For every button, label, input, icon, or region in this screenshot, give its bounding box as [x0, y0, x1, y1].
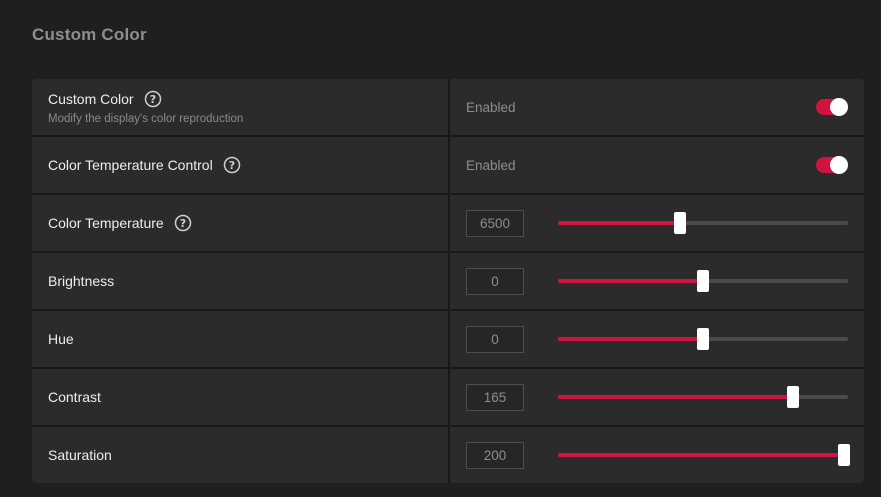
settings-row-color-temperature-control: Color Temperature Control ? Enabled: [32, 137, 864, 193]
slider-thumb[interactable]: [697, 270, 709, 292]
row-control-cell: Enabled: [450, 137, 864, 193]
help-icon[interactable]: ?: [223, 156, 241, 174]
brightness-slider[interactable]: [558, 270, 848, 292]
custom-color-toggle[interactable]: [816, 98, 848, 116]
row-label: Contrast: [48, 389, 101, 405]
row-label-cell: Hue: [32, 311, 448, 367]
settings-row-hue: Hue 0: [32, 311, 864, 367]
settings-row-saturation: Saturation 200: [32, 427, 864, 483]
row-label-cell: Color Temperature Control ?: [32, 137, 448, 193]
slider-fill: [558, 337, 703, 341]
row-label-cell: Color Temperature ?: [32, 195, 448, 251]
slider-thumb[interactable]: [697, 328, 709, 350]
row-description: Modify the display's color reproduction: [48, 112, 244, 125]
section-title: Custom Color: [32, 25, 147, 44]
slider-thumb[interactable]: [838, 444, 850, 466]
settings-row-brightness: Brightness 0: [32, 253, 864, 309]
help-icon[interactable]: ?: [174, 214, 192, 232]
row-label-cell: Brightness: [32, 253, 448, 309]
status-text: Enabled: [466, 157, 516, 173]
slider-fill: [558, 453, 848, 457]
saturation-slider[interactable]: [558, 444, 850, 466]
row-label-cell: Custom Color ? Modify the display's colo…: [32, 79, 448, 135]
slider-fill: [558, 279, 703, 283]
row-control-cell: 6500: [450, 195, 864, 251]
toggle-knob: [830, 156, 848, 174]
slider-fill: [558, 221, 680, 225]
row-label: Saturation: [48, 447, 112, 463]
row-label-cell: Saturation: [32, 427, 448, 483]
contrast-value-input[interactable]: 165: [466, 383, 524, 411]
slider-thumb[interactable]: [673, 212, 686, 234]
row-label: Color Temperature Control: [48, 157, 213, 173]
row-label: Color Temperature: [48, 215, 164, 231]
row-control-cell: 165: [450, 369, 864, 425]
svg-text:?: ?: [179, 217, 185, 230]
row-label: Hue: [48, 331, 74, 347]
settings-row-custom-color: Custom Color ? Modify the display's colo…: [32, 79, 864, 135]
svg-text:?: ?: [229, 159, 235, 172]
hue-slider[interactable]: [558, 328, 848, 350]
contrast-slider[interactable]: [558, 386, 848, 408]
color-temperature-control-toggle[interactable]: [816, 156, 848, 174]
row-control-cell: 0: [450, 311, 864, 367]
settings-row-contrast: Contrast 165: [32, 369, 864, 425]
color-temperature-value-input[interactable]: 6500: [466, 209, 524, 237]
hue-value-input[interactable]: 0: [466, 325, 524, 353]
custom-color-panel: Custom Color ? Modify the display's colo…: [32, 79, 864, 483]
row-label-cell: Contrast: [32, 369, 448, 425]
row-label: Custom Color: [48, 90, 134, 107]
row-control-cell: 200: [450, 427, 864, 483]
row-control-cell: Enabled: [450, 79, 864, 135]
toggle-knob: [830, 98, 848, 116]
help-icon[interactable]: ?: [144, 90, 162, 108]
brightness-value-input[interactable]: 0: [466, 267, 524, 295]
status-text: Enabled: [466, 99, 516, 115]
slider-fill: [558, 395, 793, 399]
slider-thumb[interactable]: [786, 386, 799, 408]
settings-row-color-temperature: Color Temperature ? 6500: [32, 195, 864, 251]
svg-text:?: ?: [149, 93, 155, 106]
saturation-value-input[interactable]: 200: [466, 441, 524, 469]
row-control-cell: 0: [450, 253, 864, 309]
row-label: Brightness: [48, 273, 115, 289]
color-temperature-slider[interactable]: [558, 212, 848, 234]
